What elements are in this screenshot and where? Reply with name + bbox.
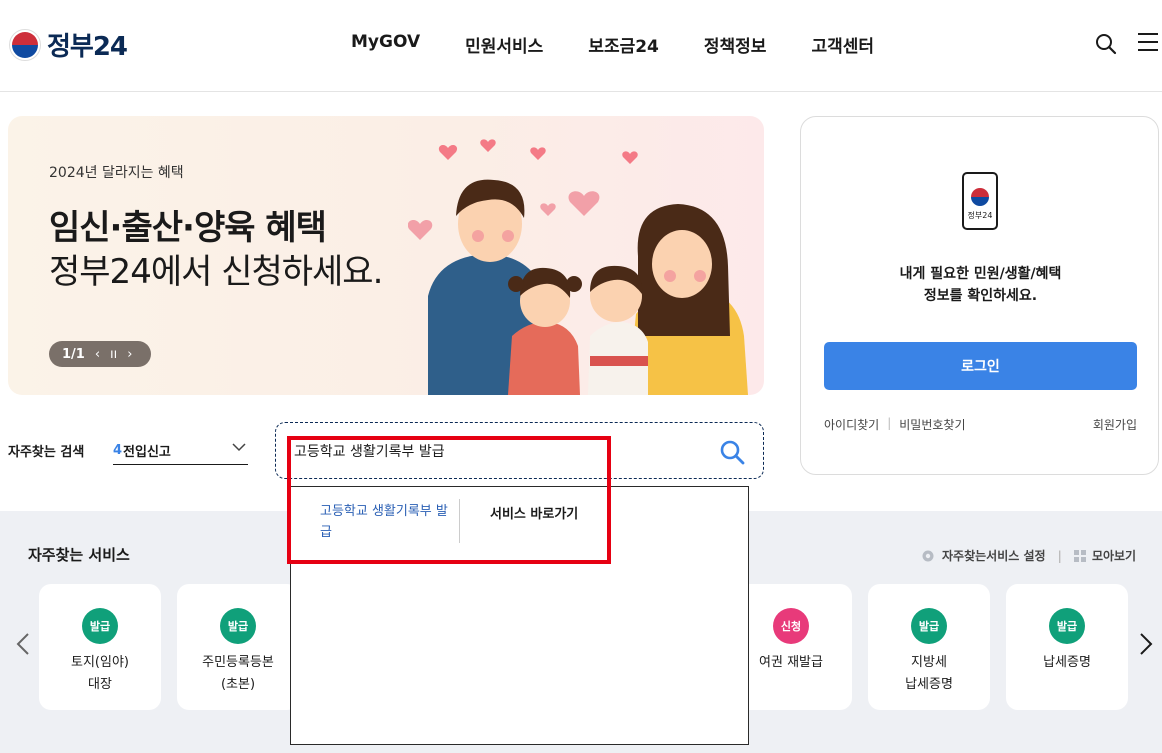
carousel-next-icon[interactable]: [1139, 632, 1153, 656]
main-banner[interactable]: 2024년 달라지는 혜택 임신·출산·양육 혜택 정부24에서 신청하세요. …: [8, 116, 764, 395]
phone-label: 정부24: [967, 211, 993, 220]
site-logo[interactable]: 정부24: [9, 26, 128, 63]
search-icon[interactable]: [1095, 33, 1117, 55]
login-card: 정부24 내게 필요한 민원/생활/혜택 정보를 확인하세요. 로그인 아이디찾…: [800, 116, 1159, 475]
sign-up-link[interactable]: 회원가입: [1093, 416, 1137, 433]
services-tools: 자주찾는서비스 설정 | 모아보기: [920, 547, 1136, 564]
login-message-line1: 내게 필요한 민원/생활/혜택: [899, 266, 1062, 282]
logo-text: 정부24: [47, 32, 128, 62]
chevron-down-icon[interactable]: [232, 442, 246, 452]
family-illustration: [408, 139, 748, 395]
pager-count: 1/1: [62, 346, 85, 362]
mobile-phone-icon: 정부24: [962, 172, 998, 230]
nav-policy-info[interactable]: 정책정보: [704, 32, 767, 57]
service-card-tax-certificate[interactable]: 발급 납세증명: [1006, 584, 1128, 710]
issue-badge: 발급: [220, 608, 256, 644]
service-card-label: 토지(임야) 대장: [71, 655, 129, 692]
login-message: 내게 필요한 민원/생활/혜택 정보를 확인하세요.: [801, 263, 1160, 307]
tools-separator: |: [1057, 548, 1062, 563]
service-card-label: 지방세 납세증명: [905, 655, 953, 692]
highlight-box: [287, 436, 611, 564]
login-links: 아이디찾기 | 비밀번호찾기 회원가입: [824, 416, 1137, 433]
issue-badge: 발급: [1049, 608, 1085, 644]
service-card-land-register[interactable]: 발급 토지(임야) 대장: [39, 584, 161, 710]
hamburger-menu-icon[interactable]: [1138, 33, 1158, 53]
frequent-services-title: 자주찾는 서비스: [28, 546, 130, 564]
site-header: 정부24 MyGOV 민원서비스 보조금24 정책정보 고객센터: [0, 0, 1162, 92]
gear-icon[interactable]: [920, 548, 936, 564]
nav-mygov[interactable]: MyGOV: [351, 32, 420, 57]
issue-badge: 발급: [911, 608, 947, 644]
frequent-search-rank: 4: [113, 442, 123, 458]
issue-badge: 발급: [82, 608, 118, 644]
link-separator: |: [887, 416, 892, 430]
apply-badge: 신청: [773, 608, 809, 644]
main-nav: MyGOV 민원서비스 보조금24 정책정보 고객센터: [351, 32, 919, 57]
nav-subsidy24[interactable]: 보조금24: [588, 32, 659, 57]
service-card-resident-register[interactable]: 발급 주민등록등본 (초본): [177, 584, 299, 710]
login-message-line2: 정보를 확인하세요.: [923, 288, 1038, 304]
carousel-prev-icon[interactable]: [16, 632, 30, 656]
pause-icon[interactable]: ıı: [110, 347, 117, 362]
find-id-link[interactable]: 아이디찾기: [824, 416, 879, 433]
login-button[interactable]: 로그인: [824, 342, 1137, 390]
next-arrow-icon[interactable]: ›: [127, 347, 132, 362]
frequent-search-select[interactable]: 4 전입신고: [113, 436, 248, 465]
service-card-label: 납세증명: [1043, 655, 1091, 670]
taegeuk-logo-icon: [9, 28, 41, 61]
nav-customer-center[interactable]: 고객센터: [811, 32, 874, 57]
frequent-search-value: 전입신고: [123, 444, 171, 460]
find-password-link[interactable]: 비밀번호찾기: [899, 416, 965, 433]
nav-civil-service[interactable]: 민원서비스: [465, 32, 543, 57]
services-settings-link[interactable]: 자주찾는서비스 설정: [942, 547, 1046, 564]
banner-subheading: 2024년 달라지는 혜택: [49, 165, 184, 181]
view-all-link[interactable]: 모아보기: [1092, 547, 1136, 564]
prev-arrow-icon[interactable]: ‹: [95, 347, 100, 362]
frequent-search-label: 자주찾는 검색: [8, 445, 85, 460]
service-card-local-tax-certificate[interactable]: 발급 지방세 납세증명: [868, 584, 990, 710]
service-card-label: 주민등록등본 (초본): [202, 655, 274, 692]
banner-pager: 1/1 ‹ ıı ›: [49, 341, 151, 367]
banner-title: 임신·출산·양육 혜택: [49, 208, 327, 248]
grid-icon[interactable]: [1073, 549, 1086, 562]
banner-subtitle: 정부24에서 신청하세요.: [49, 252, 383, 292]
search-submit-icon[interactable]: [719, 439, 745, 465]
